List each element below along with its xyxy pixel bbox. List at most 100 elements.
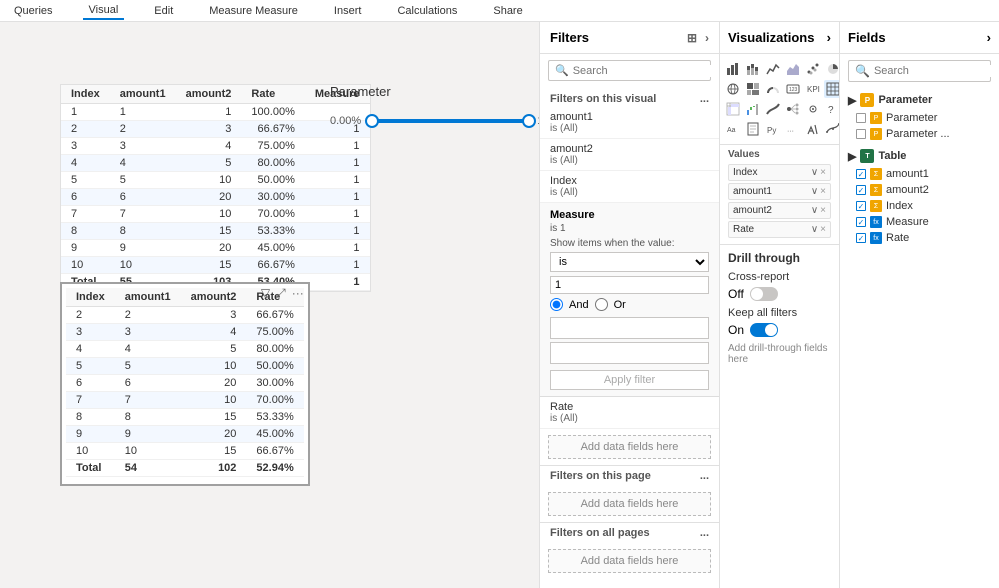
cross-report-row: Cross-report <box>728 271 831 283</box>
values-field-amount2[interactable]: amount2 ∨ × <box>728 202 831 219</box>
fields-expand-icon[interactable]: › <box>987 30 991 45</box>
table1-cell: 53.33% <box>241 223 304 240</box>
values-rate-chevron[interactable]: ∨ <box>811 224 818 235</box>
filters-all-dots[interactable]: ... <box>700 527 709 539</box>
viz-decomp-icon[interactable] <box>784 100 802 118</box>
values-rate-remove[interactable]: × <box>820 224 826 235</box>
filter-index[interactable]: Index is (All) <box>540 171 719 203</box>
filter-arrow-icon[interactable]: › <box>705 31 709 45</box>
values-index-chevron[interactable]: ∨ <box>811 167 818 178</box>
viz-stacked-bar-icon[interactable] <box>744 60 762 78</box>
toolbar-calculations[interactable]: Calculations <box>391 3 463 19</box>
viz-treemap-icon[interactable] <box>744 80 762 98</box>
toolbar-edit[interactable]: Edit <box>148 3 179 19</box>
table2-total-cell: 54 <box>115 460 181 477</box>
values-field-amount1[interactable]: amount1 ∨ × <box>728 183 831 200</box>
viz-bar-chart-icon[interactable] <box>724 60 742 78</box>
viz-format-icon[interactable] <box>804 120 822 138</box>
viz-card-icon[interactable]: 123 <box>784 80 802 98</box>
toolbar-visual[interactable]: Visual <box>83 2 125 20</box>
filter-icon[interactable]: ▽ <box>261 286 270 301</box>
table2-cell: 53.33% <box>246 409 303 426</box>
add-data-visual-btn[interactable]: Add data fields here <box>548 435 711 459</box>
add-data-all-btn[interactable]: Add data fields here <box>548 549 711 573</box>
viz-matrix-icon[interactable] <box>724 100 742 118</box>
values-amount1-chevron[interactable]: ∨ <box>811 186 818 197</box>
table1-cell: 3 <box>61 138 110 155</box>
slider-thumb-right[interactable] <box>522 114 536 128</box>
viz-more1-icon[interactable]: ··· <box>784 120 802 138</box>
filters-panel: Filters ⊞ › 🔍 Filters on this visual ...… <box>539 22 719 588</box>
viz-expand-icon[interactable]: › <box>827 30 831 45</box>
filter-condition-select[interactable]: is <box>550 252 709 272</box>
viz-area-chart-icon[interactable] <box>784 60 802 78</box>
field-rate-checkbox[interactable] <box>856 233 866 243</box>
fields-group-parameter-header[interactable]: ▶ P Parameter <box>840 90 999 110</box>
viz-kpi-icon[interactable]: KPI <box>804 80 822 98</box>
slider-thumb-left[interactable] <box>365 114 379 128</box>
field-parameter-1-checkbox[interactable] <box>856 113 866 123</box>
filter-icon-header[interactable]: ⊞ <box>687 31 697 45</box>
values-amount2-remove[interactable]: × <box>820 205 826 216</box>
viz-influencer-icon[interactable] <box>804 100 822 118</box>
field-index: Σ Index <box>840 198 999 214</box>
viz-pie-chart-icon[interactable] <box>824 60 839 78</box>
viz-scatter-chart-icon[interactable] <box>804 60 822 78</box>
values-field-index[interactable]: Index ∨ × <box>728 164 831 181</box>
filter-amount1-val: is (All) <box>550 123 709 134</box>
viz-waterfall-icon[interactable] <box>744 100 762 118</box>
viz-narrative-icon[interactable]: Aa <box>724 120 742 138</box>
table1-cell: 1 <box>305 138 370 155</box>
viz-table-icon[interactable] <box>824 80 839 98</box>
table2-wrapper[interactable]: ▽ ⤢ ··· Index amount1 amount2 Rate <box>60 282 310 486</box>
fields-search-box[interactable]: 🔍 <box>848 60 991 82</box>
viz-map-icon[interactable] <box>724 80 742 98</box>
filter-radio-and[interactable] <box>550 298 563 311</box>
parameter-slider-track[interactable] <box>369 119 529 123</box>
viz-qna-icon[interactable]: ? <box>824 100 839 118</box>
fields-group-table-header[interactable]: ▶ T Table <box>840 146 999 166</box>
toolbar-insert[interactable]: Insert <box>328 3 368 19</box>
viz-gauge-icon[interactable] <box>764 80 782 98</box>
field-parameter-2-checkbox[interactable] <box>856 129 866 139</box>
toolbar-measure[interactable]: Measure Measure <box>203 3 304 19</box>
viz-analytics-icon[interactable] <box>824 120 839 138</box>
filter-extra-input2[interactable] <box>550 342 709 364</box>
filter-rate[interactable]: Rate is (All) <box>540 397 719 429</box>
apply-filter-button[interactable]: Apply filter <box>550 370 709 390</box>
filter-radio-or[interactable] <box>595 298 608 311</box>
viz-line-chart-icon[interactable] <box>764 60 782 78</box>
more-icon[interactable]: ··· <box>292 286 304 301</box>
values-field-rate[interactable]: Rate ∨ × <box>728 221 831 238</box>
field-index-checkbox[interactable] <box>856 201 866 211</box>
values-label: Values <box>728 149 831 160</box>
parameter-min: 0.00% <box>330 115 361 127</box>
filter-amount2[interactable]: amount2 is (All) <box>540 139 719 171</box>
field-measure-checkbox[interactable] <box>856 217 866 227</box>
filters-search-box[interactable]: 🔍 <box>548 60 711 81</box>
add-data-page-btn[interactable]: Add data fields here <box>548 492 711 516</box>
values-amount1-remove[interactable]: × <box>820 186 826 197</box>
cross-report-toggle[interactable] <box>750 287 778 301</box>
table2-cell: 7 <box>115 392 181 409</box>
fields-search-input[interactable] <box>874 65 999 77</box>
field-amount2-checkbox[interactable] <box>856 185 866 195</box>
viz-ribbon-icon[interactable] <box>764 100 782 118</box>
toolbar-share[interactable]: Share <box>487 3 528 19</box>
filter-measure-title: Measure <box>550 209 709 221</box>
expand-icon[interactable]: ⤢ <box>276 286 286 301</box>
field-amount1-checkbox[interactable] <box>856 169 866 179</box>
filters-visual-dots[interactable]: ... <box>700 93 709 105</box>
values-amount2-chevron[interactable]: ∨ <box>811 205 818 216</box>
keep-filters-toggle[interactable] <box>750 323 778 337</box>
filter-amount1[interactable]: amount1 is (All) <box>540 107 719 139</box>
filter-extra-input1[interactable] <box>550 317 709 339</box>
viz-py-icon[interactable]: Py <box>764 120 782 138</box>
filter-value-input[interactable] <box>550 276 709 294</box>
values-index-remove[interactable]: × <box>820 167 826 178</box>
field-amount1: Σ amount1 <box>840 166 999 182</box>
filters-page-dots[interactable]: ... <box>700 470 709 482</box>
filters-search-input[interactable] <box>573 65 715 77</box>
viz-paginated-icon[interactable] <box>744 120 762 138</box>
toolbar-queries[interactable]: Queries <box>8 3 59 19</box>
